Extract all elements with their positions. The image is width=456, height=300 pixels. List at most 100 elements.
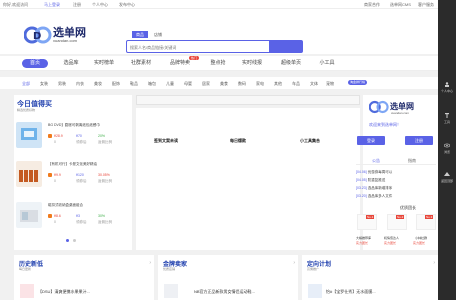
welcome-text: 欢迎来到选单网！ bbox=[369, 122, 401, 127]
cat-sports[interactable]: 文体 bbox=[310, 81, 318, 87]
logo-url: xuandan.com bbox=[53, 38, 78, 43]
nav-flash[interactable]: 整点抢 bbox=[206, 59, 230, 68]
deal-coupon-label: 领券后 bbox=[76, 140, 87, 144]
deal-item[interactable]: 【有机可行】卡曼文化美好精油 ¥9.9 ¥120 30.05% 0 领券后 返佣… bbox=[14, 157, 132, 192]
search-tab-shop[interactable]: 店铺 bbox=[150, 31, 166, 38]
nav-realtime-rank[interactable]: 实时榜单 bbox=[92, 59, 116, 68]
sign-copy-link[interactable]: 签到文案未读 bbox=[154, 138, 178, 144]
nav-tools[interactable]: 小工具 bbox=[316, 59, 338, 68]
section-arrow-icon[interactable]: › bbox=[149, 260, 151, 266]
section-arrow-icon[interactable]: › bbox=[433, 260, 435, 266]
section-row[interactable]: NB官方正品新款男女情侣运动鞋... bbox=[194, 289, 255, 295]
eye-icon bbox=[444, 143, 450, 148]
rank-tag[interactable]: 淘金排行榜 bbox=[348, 80, 368, 85]
login-link[interactable]: 马上登录 bbox=[44, 2, 60, 8]
deal-coupon: ¥70 bbox=[76, 134, 82, 138]
tools-collection-link[interactable]: 小工具集合 bbox=[300, 138, 320, 144]
cat-beauty[interactable]: 美妆 bbox=[94, 81, 102, 87]
deal-coupon: ¥3 bbox=[76, 214, 80, 218]
right-sidebar: 个人中心 工具 浏览 返回顶部 bbox=[438, 0, 456, 300]
nav-community[interactable]: 社群素材 bbox=[129, 59, 153, 68]
leader-score: 实力团长 bbox=[384, 241, 397, 245]
nav-live-news[interactable]: 实时线报 bbox=[240, 59, 264, 68]
cat-food[interactable]: 美食 bbox=[220, 81, 228, 87]
deal-title: 【有机可行】卡曼文化美好精油 bbox=[48, 162, 97, 166]
daily-hot-link[interactable]: 每日爆款 bbox=[230, 138, 246, 144]
cms-link[interactable]: 选单网CMS bbox=[390, 2, 411, 8]
sidebar-label: 浏览 bbox=[443, 150, 450, 154]
nav-product-library[interactable]: 选品库 bbox=[59, 59, 83, 68]
notice-item[interactable]: [04.05] 防重复推送 bbox=[356, 178, 385, 183]
price-icon bbox=[48, 134, 52, 138]
main-nav: 首页 选品库 实时榜单 社群素材 品牌特卖 热门 整点抢 实时线报 超级单页 小… bbox=[0, 56, 438, 71]
cat-appliance[interactable]: 家电 bbox=[256, 81, 264, 87]
deal-rate-label: 返佣比例 bbox=[98, 220, 112, 224]
cat-home[interactable]: 居家 bbox=[202, 81, 210, 87]
nav-super-page[interactable]: 超级单页 bbox=[278, 59, 304, 68]
banner-image[interactable] bbox=[136, 95, 360, 105]
search-tab-goods[interactable]: 商品 bbox=[132, 31, 148, 38]
cat-car[interactable]: 车品 bbox=[292, 81, 300, 87]
notice-text: 选品库新增排序 bbox=[367, 186, 393, 190]
category-bar: 全部 女装 男装 内衣 美妆 配饰 鞋品 箱包 儿童 母婴 居家 美食 数码 家… bbox=[0, 77, 438, 89]
register-button[interactable]: 注册 bbox=[405, 136, 433, 145]
cat-men[interactable]: 男装 bbox=[58, 81, 66, 87]
register-link[interactable]: 注册 bbox=[73, 2, 81, 8]
price-icon bbox=[48, 173, 52, 177]
search-input[interactable] bbox=[130, 42, 270, 52]
cat-shoes[interactable]: 鞋品 bbox=[130, 81, 138, 87]
deals-subtitle: 精选优质好物 bbox=[17, 108, 36, 112]
cat-women[interactable]: 女装 bbox=[40, 81, 48, 87]
section-row[interactable]: 【DSU】清爽便携水果果汁... bbox=[38, 289, 90, 295]
section-row[interactable]: 怡#【宝罗仕秀】无水面膜... bbox=[326, 289, 376, 295]
login-button[interactable]: 登录 bbox=[357, 136, 385, 145]
deal-rate: 20% bbox=[98, 134, 106, 138]
notice-date: [03.20] bbox=[356, 194, 367, 198]
deal-item[interactable]: 磁扣式收纳盒桌面组合 ¥8.6 ¥3 30% 0 领券后 返佣比例 bbox=[14, 198, 132, 233]
section-subtitle: 每日更新 bbox=[19, 267, 32, 271]
site-logo[interactable]: D 选单网 xuandan.com bbox=[24, 24, 92, 48]
notice-date: [04.05] bbox=[356, 178, 367, 182]
welcome-logo-url: xuandan.com bbox=[391, 111, 410, 115]
notice-item[interactable]: [03.23] 选品库新增排序 bbox=[356, 186, 392, 191]
leader-name: 机情值达人 bbox=[384, 236, 400, 240]
partner-link[interactable]: 商家合作 bbox=[364, 2, 380, 8]
cat-pets[interactable]: 宠物 bbox=[326, 81, 334, 87]
deal-sales: 0 bbox=[54, 140, 56, 144]
cat-all[interactable]: 全部 bbox=[22, 81, 30, 87]
sidebar-label: 返回顶部 bbox=[440, 179, 453, 183]
deal-item[interactable]: BG DVD】膨胀可剥离纸包纸餐巾 ¥28.9 ¥70 20% 0 领券后 返佣… bbox=[14, 118, 132, 153]
cat-baby[interactable]: 母婴 bbox=[184, 81, 192, 87]
deal-sales: 0 bbox=[54, 179, 56, 183]
notice-date: [04.06] bbox=[356, 170, 367, 174]
mid-panel bbox=[136, 108, 360, 250]
nav-brand-sale[interactable]: 品牌特卖 热门 bbox=[166, 56, 200, 68]
section-arrow-icon[interactable]: › bbox=[293, 260, 295, 266]
deal-coupon: ¥120 bbox=[76, 173, 84, 177]
header: D 选单网 xuandan.com 商品 店铺 bbox=[0, 9, 438, 54]
cat-accessory[interactable]: 配饰 bbox=[112, 81, 120, 87]
deal-price: ¥9.9 bbox=[54, 173, 61, 177]
carousel-dot[interactable] bbox=[73, 239, 76, 242]
service-link[interactable]: 客户服务 bbox=[418, 2, 434, 8]
post-center-link[interactable]: 发布中心 bbox=[119, 2, 135, 8]
sidebar-label: 工具 bbox=[443, 120, 450, 124]
price-icon bbox=[48, 214, 52, 218]
notice-item[interactable]: [03.20] 选品库多人文件 bbox=[356, 194, 392, 199]
cat-kids[interactable]: 儿童 bbox=[166, 81, 174, 87]
cat-other[interactable]: 其他 bbox=[274, 81, 282, 87]
section-thumb[interactable] bbox=[308, 284, 322, 298]
notice-date: [03.23] bbox=[356, 186, 367, 190]
carousel-dot[interactable] bbox=[66, 239, 69, 242]
section-thumb[interactable] bbox=[20, 284, 34, 298]
cat-digital[interactable]: 数码 bbox=[238, 81, 246, 87]
section-thumb[interactable] bbox=[164, 284, 178, 298]
notice-item[interactable]: [04.06] 优惠券每周可以 bbox=[356, 170, 392, 175]
hot-badge: 热门 bbox=[189, 56, 200, 60]
product-image-icon bbox=[20, 210, 38, 222]
cat-underwear[interactable]: 内衣 bbox=[76, 81, 84, 87]
search-button[interactable] bbox=[269, 41, 302, 52]
nav-home[interactable]: 首页 bbox=[22, 59, 48, 68]
cat-bags[interactable]: 箱包 bbox=[148, 81, 156, 87]
profile-link[interactable]: 个人中心 bbox=[92, 2, 108, 8]
